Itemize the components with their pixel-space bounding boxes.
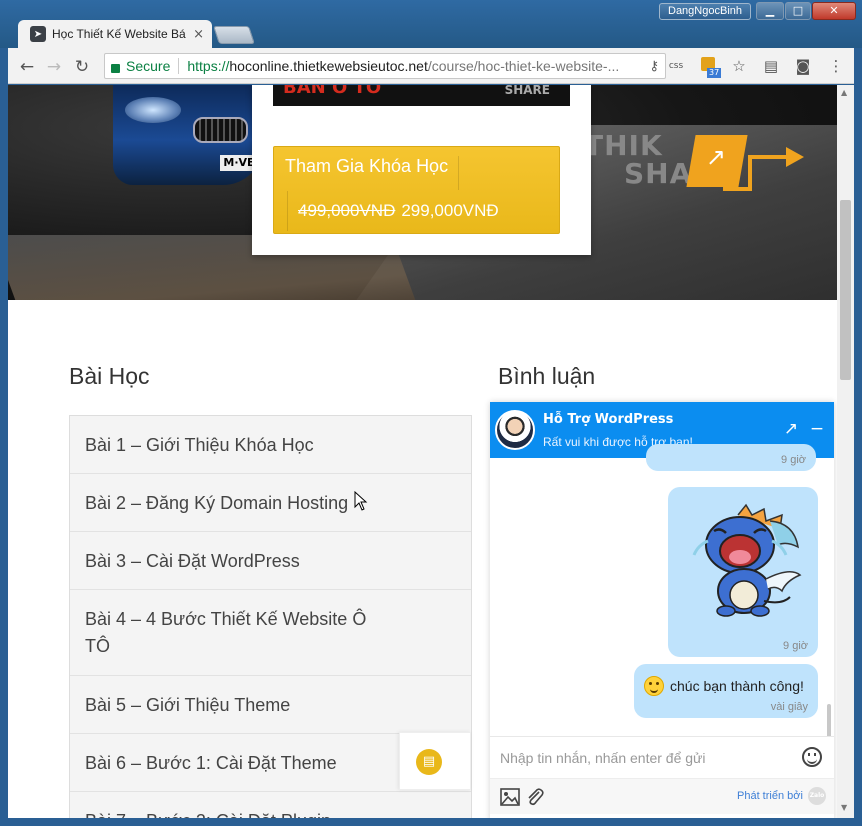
image-icon[interactable]	[500, 788, 520, 806]
logo-arrow-shape	[723, 187, 751, 191]
lesson-item[interactable]: Bài 5 – Giới Thiệu Theme	[70, 676, 471, 734]
price-old: 499,000VNĐ	[298, 201, 396, 220]
logo-arrow-shape	[748, 155, 752, 191]
chat-title: Hỗ Trợ WordPress	[543, 412, 674, 427]
tab-title: Học Thiết Kế Website Bá	[52, 27, 186, 41]
message-text: chúc bạn thành công!	[670, 678, 804, 694]
crying-dragon-sticker-icon	[692, 503, 802, 617]
new-tab-button[interactable]	[213, 26, 255, 44]
tab-active[interactable]: ➤ Học Thiết Kế Website Bá ×	[18, 20, 212, 48]
scrollbar-thumb[interactable]	[840, 200, 851, 380]
car-image: M·VE	[113, 85, 263, 185]
back-button[interactable]: ←	[16, 56, 38, 78]
star-icon[interactable]: ☆	[729, 56, 749, 76]
security-label: Secure	[126, 58, 171, 74]
profile-button[interactable]: DangNgocBinh	[659, 3, 751, 20]
tab-strip: ➤ Học Thiết Kế Website Bá × DangNgocBinh…	[0, 0, 862, 48]
scroll-down-icon[interactable]: ▼	[841, 803, 847, 812]
chat-widget: Hỗ Trợ WordPress Rất vui khi được hỗ trợ…	[490, 402, 834, 818]
arrow-icon: ↗	[705, 143, 726, 171]
message-bubble: 9 giờ	[646, 444, 816, 471]
extension-badge: 37	[707, 68, 722, 78]
lesson-item[interactable]: Bài 7 – Bước 2: Cài Đặt Plugin	[70, 792, 471, 818]
chat-footer: Phát triển bởi Zalo	[490, 778, 834, 814]
thumbnail-brand: SHARE	[504, 85, 550, 97]
tab-close-icon[interactable]: ×	[193, 27, 204, 42]
course-thumbnail: BAN O TO SHARE	[273, 85, 570, 106]
minimize-button[interactable]: ▁	[756, 2, 784, 20]
maximize-button[interactable]: □	[785, 2, 811, 20]
powered-by-text: Phát triển bởi	[737, 790, 803, 802]
css-icon[interactable]: css	[666, 56, 686, 76]
close-window-button[interactable]: ✕	[812, 2, 856, 20]
message-time: vài giây	[770, 701, 808, 713]
course-hero: M·VE THIK SHARE ↗ BAN O TO SHARE Tham Gi…	[8, 85, 837, 300]
message-time: 9 giờ	[781, 454, 806, 466]
price-new: 299,000VNĐ	[401, 201, 499, 220]
grille-shape	[193, 117, 248, 143]
course-price: 499,000VNĐ 299,000VNĐ	[287, 191, 499, 231]
logo-badge: ↗	[686, 135, 748, 187]
lesson-item[interactable]: Bài 4 – 4 Bước Thiết Kế Website Ô TÔ	[70, 590, 471, 676]
url-path: /course/hoc-thiet-ke-website-...	[427, 58, 620, 74]
menu-icon[interactable]: ⋮	[826, 56, 846, 76]
mouse-cursor-icon	[354, 491, 368, 511]
url-host: hoconline.thietkewebsieutoc.net	[229, 58, 428, 74]
logo-arrow-shape	[748, 155, 788, 159]
chat-messages: 9 giờ 9 giờ chúc bạn thành công! vài giâ…	[490, 444, 834, 772]
expand-icon[interactable]: ↗	[782, 418, 800, 440]
message-time: 9 giờ	[783, 640, 808, 652]
join-course-label: Tham Gia Khóa Học	[285, 156, 460, 190]
lessons-heading: Bài Học	[69, 363, 150, 389]
comments-heading: Bình luận	[498, 363, 596, 389]
lesson-item[interactable]: Bài 2 – Đăng Ký Domain Hosting	[70, 474, 471, 532]
page-viewport: M·VE THIK SHARE ↗ BAN O TO SHARE Tham Gi…	[8, 85, 837, 818]
omnibox-divider	[178, 58, 180, 74]
smile-emoji-icon	[644, 676, 664, 696]
address-bar[interactable]: Secure https:// hoconline.thietkewebsieu…	[104, 53, 666, 79]
extension-icon[interactable]: 37	[698, 56, 722, 78]
course-card: BAN O TO SHARE Tham Gia Khóa Học 499,000…	[252, 85, 591, 255]
emoji-icon[interactable]	[802, 747, 822, 767]
browser-toolbar: ← → ↻ Secure https:// hoconline.thietkew…	[8, 48, 854, 84]
message-bubble: chúc bạn thành công! vài giây	[634, 664, 818, 718]
scroll-up-icon[interactable]: ▲	[841, 88, 847, 97]
join-course-button[interactable]: Tham Gia Khóa Học 499,000VNĐ 299,000VNĐ	[273, 146, 560, 234]
bookmark-icon[interactable]: ▤	[761, 56, 781, 76]
camera-icon[interactable]: ◙	[793, 56, 813, 76]
sticker-bubble: 9 giờ	[668, 487, 818, 657]
lesson-item[interactable]: Bài 3 – Cài Đặt WordPress	[70, 532, 471, 590]
minimize-icon[interactable]: −	[808, 418, 826, 440]
url-protocol: https://	[187, 58, 230, 74]
lock-icon	[111, 63, 120, 73]
send-icon: ➤	[30, 26, 46, 42]
browser-window: ➤ Học Thiết Kế Website Bá × DangNgocBinh…	[0, 0, 862, 826]
headlight-shape	[125, 97, 181, 123]
notes-icon: ▤	[416, 749, 442, 775]
zalo-logo[interactable]: Zalo	[808, 787, 826, 805]
thumbnail-title: BAN O TO	[283, 85, 382, 98]
floating-notes-button[interactable]: ▤	[399, 732, 471, 790]
key-icon[interactable]: ⚷	[649, 58, 659, 74]
chat-composer	[490, 736, 834, 778]
reload-button[interactable]: ↻	[71, 56, 93, 78]
forward-button[interactable]: →	[43, 56, 65, 78]
logo-arrow-head	[786, 147, 804, 167]
message-input[interactable]	[500, 746, 790, 770]
lesson-item[interactable]: Bài 1 – Giới Thiệu Khóa Học	[70, 416, 471, 474]
message-line: chúc bạn thành công!	[644, 676, 804, 696]
avatar	[495, 410, 535, 450]
attachment-icon[interactable]	[525, 788, 545, 806]
page-scrollbar[interactable]: ▲ ▼	[837, 85, 854, 818]
